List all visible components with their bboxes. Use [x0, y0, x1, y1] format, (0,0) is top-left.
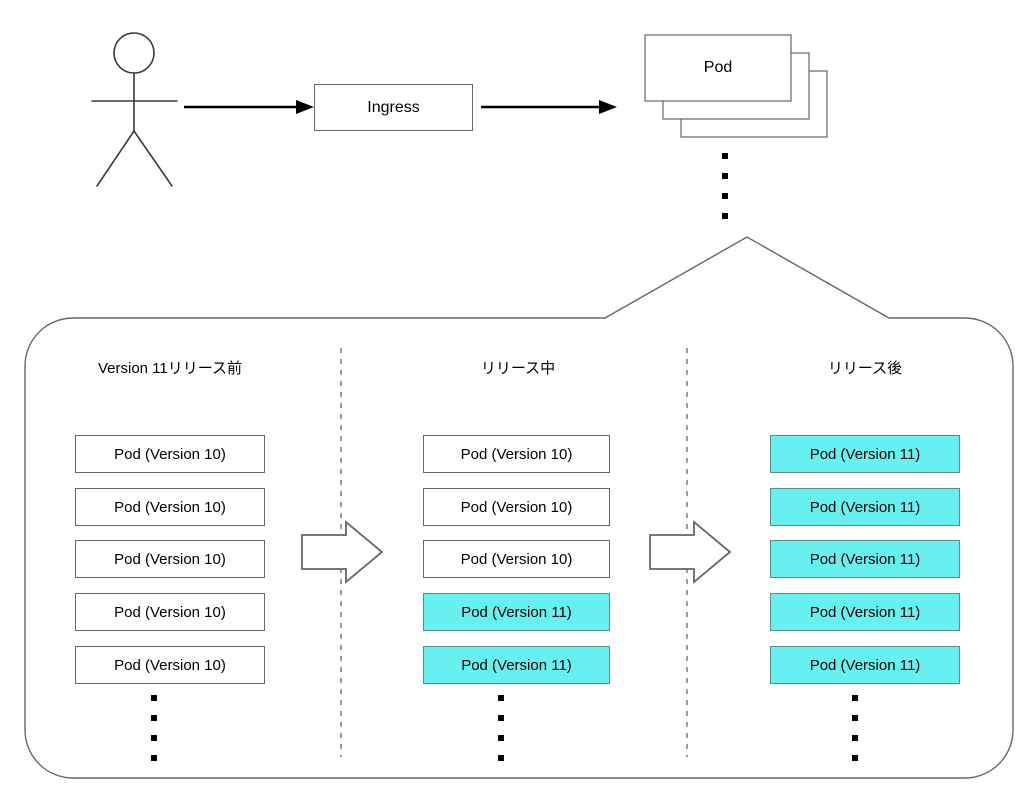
pod-box-label: Pod (Version 10) [114, 498, 226, 516]
pod-box[interactable]: Pod (Version 11) [770, 593, 960, 631]
pod-box-label: Pod (Version 11) [809, 603, 921, 621]
column-header-after: リリース後 [750, 355, 980, 381]
pod-box-label: Pod (Version 10) [114, 445, 226, 463]
pod-stack-ellipsis-icon [722, 153, 728, 219]
pod-box-label: Pod (Version 10) [114, 550, 226, 568]
pod-box[interactable]: Pod (Version 10) [423, 435, 610, 473]
column-header-label: Version 11リリース前 [97, 359, 243, 377]
pod-box[interactable]: Pod (Version 10) [75, 540, 265, 578]
pod-box[interactable]: Pod (Version 11) [770, 540, 960, 578]
pod-box-label: Pod (Version 10) [114, 603, 226, 621]
arrow-actor-to-ingress [184, 100, 314, 114]
diagram-canvas: Ingress Pod Version 11リリース前 リリース中 リリース後 … [0, 0, 1034, 794]
pod-box-label: Pod (Version 10) [460, 445, 573, 463]
actor-head-icon [113, 32, 155, 74]
pod-box[interactable]: Pod (Version 11) [770, 488, 960, 526]
pod-box[interactable]: Pod (Version 10) [423, 488, 610, 526]
pod-box-label: Pod (Version 10) [460, 498, 573, 516]
actor-icon [91, 32, 178, 187]
ingress-node[interactable]: Ingress [314, 84, 473, 131]
pod-box[interactable]: Pod (Version 10) [75, 593, 265, 631]
pod-box-label: Pod (Version 11) [809, 498, 921, 516]
transition-arrow-1 [301, 520, 384, 584]
pod-box[interactable]: Pod (Version 11) [770, 435, 960, 473]
column-3-ellipsis-icon [852, 695, 858, 761]
pod-box-label: Pod (Version 11) [809, 656, 921, 674]
pod-box-label: Pod (Version 10) [114, 656, 226, 674]
column-1-ellipsis-icon [151, 695, 157, 761]
column-header-before: Version 11リリース前 [55, 355, 285, 381]
arrow-ingress-to-pods [481, 100, 617, 114]
ingress-label: Ingress [367, 98, 420, 116]
actor-left-leg-line [96, 130, 135, 187]
pod-box-label: Pod (Version 11) [809, 550, 921, 568]
pod-box-label: Pod (Version 11) [809, 445, 921, 463]
actor-right-leg-line [133, 130, 173, 187]
pod-box-label: Pod (Version 11) [461, 603, 572, 621]
pod-box[interactable]: Pod (Version 10) [423, 540, 610, 578]
transition-arrow-2 [649, 520, 732, 584]
column-header-during: リリース中 [403, 355, 633, 381]
column-header-label: リリース後 [827, 359, 903, 377]
pod-box-label: Pod (Version 11) [461, 656, 572, 674]
pod-stack-title: Pod [703, 59, 733, 76]
pod-box[interactable]: Pod (Version 11) [770, 646, 960, 684]
pod-stack-node[interactable]: Pod [645, 35, 791, 101]
pod-box-label: Pod (Version 10) [460, 550, 573, 568]
column-header-label: リリース中 [480, 359, 556, 377]
pod-box[interactable]: Pod (Version 10) [75, 646, 265, 684]
pod-box[interactable]: Pod (Version 11) [423, 593, 610, 631]
pod-box[interactable]: Pod (Version 10) [75, 488, 265, 526]
pod-box[interactable]: Pod (Version 10) [75, 435, 265, 473]
pod-box[interactable]: Pod (Version 11) [423, 646, 610, 684]
column-2-ellipsis-icon [498, 695, 504, 761]
